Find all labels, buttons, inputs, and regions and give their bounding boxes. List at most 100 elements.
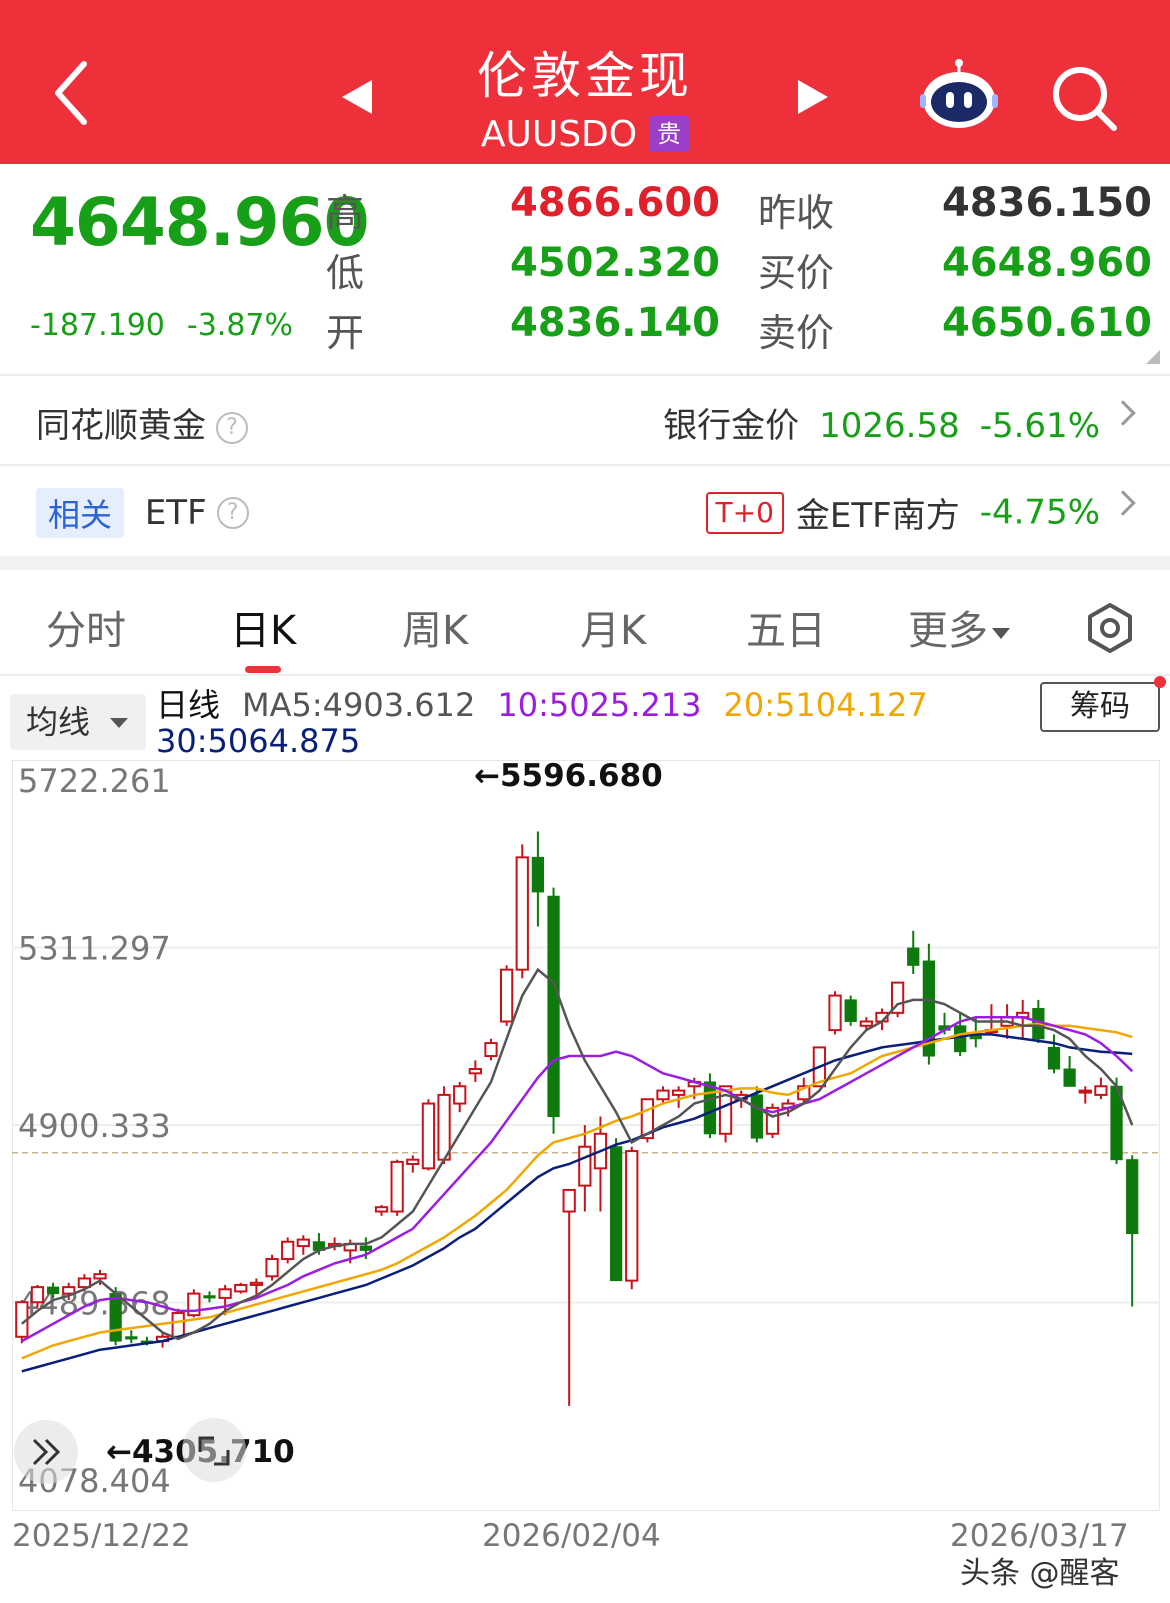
expand-corner-icon[interactable] xyxy=(1146,350,1160,364)
candle-body xyxy=(296,1238,310,1248)
bank-gold-price: 1026.58 xyxy=(819,406,960,446)
candle-body xyxy=(672,1089,686,1096)
candle-body xyxy=(1126,1159,1139,1235)
active-tab-indicator xyxy=(245,666,281,673)
candle-body xyxy=(844,999,857,1022)
ma-selector[interactable]: 均线 xyxy=(10,694,146,750)
etf-fund-name: 金ETF南方 xyxy=(795,496,960,536)
candle-body xyxy=(453,1085,467,1105)
candle-body xyxy=(46,1286,60,1295)
chevron-right-icon[interactable] xyxy=(1110,490,1136,516)
tab-five-day[interactable]: 五日 xyxy=(746,598,826,656)
candle-body xyxy=(703,1081,717,1135)
candle-body xyxy=(30,1286,45,1304)
tab-monthly-k[interactable]: 月K xyxy=(580,598,646,656)
instrument-code: AUUSDO xyxy=(480,113,638,155)
candle-body xyxy=(249,1281,264,1286)
y-tick-label: 5722.261 xyxy=(18,762,171,800)
candle-body xyxy=(359,1245,373,1251)
etf-fund-info: T+0 金ETF南方 -4.75% xyxy=(705,488,1100,537)
high-value: 4866.600 xyxy=(509,180,720,226)
x-date-label: 2025/12/22 xyxy=(12,1518,191,1548)
next-instrument-icon[interactable] xyxy=(796,78,830,116)
ma5-value: MA5:4903.612 xyxy=(242,686,476,724)
bid-label: 买价 xyxy=(758,251,835,295)
header-bar: 伦敦金现 AUUSDO 贵 xyxy=(0,0,1170,164)
low-label: 低 xyxy=(326,251,365,295)
candle-body xyxy=(468,1067,482,1075)
section-separator xyxy=(0,556,1170,570)
ma5-line xyxy=(21,967,1134,1341)
candle-body xyxy=(1063,1068,1076,1087)
ma-legend: 日线 MA5:4903.612 10:5025.213 20:5104.127 xyxy=(156,680,950,726)
settings-icon[interactable] xyxy=(1084,602,1136,654)
candlestick-chart[interactable]: 5722.2615311.2974900.3334489.3684078.404… xyxy=(12,760,1160,1548)
candle-body xyxy=(374,1206,389,1213)
help-icon[interactable]: ? xyxy=(216,411,248,444)
candle-body xyxy=(234,1283,248,1293)
fullscreen-round-button[interactable] xyxy=(182,1418,246,1482)
open-label: 开 xyxy=(326,311,365,355)
y-tick-label: 5311.297 xyxy=(18,929,171,967)
dropdown-arrow-icon xyxy=(992,627,1010,639)
quote-panel: 4648.960 -187.190 -3.87% 高 低 开 4866.600 4… xyxy=(0,164,1170,374)
candle-body xyxy=(218,1288,232,1299)
candle-body xyxy=(625,1150,639,1282)
ma30-value: 30:5064.875 xyxy=(156,722,361,760)
search-icon[interactable] xyxy=(1050,64,1120,134)
chevron-right-icon[interactable] xyxy=(1110,400,1136,426)
gold-row-label: 同花顺黄金 xyxy=(36,406,206,446)
candle-body xyxy=(109,1293,122,1342)
ask-value: 4650.610 xyxy=(941,300,1152,346)
change-amount: -187.190 xyxy=(30,308,165,343)
candle-body xyxy=(203,1295,216,1299)
low-value: 4502.320 xyxy=(509,240,720,286)
candle-body xyxy=(1078,1089,1092,1094)
candle-body xyxy=(265,1258,279,1278)
bank-gold-label: 银行金价 xyxy=(663,406,800,446)
candle-body xyxy=(93,1273,107,1280)
gold-price-row[interactable]: 同花顺黄金? 银行金价 1026.58 -5.61% xyxy=(0,376,1170,464)
ask-label: 卖价 xyxy=(758,311,835,355)
candle-body xyxy=(1094,1085,1108,1096)
candle-body xyxy=(171,1312,185,1338)
candle-body xyxy=(531,856,545,893)
candle-body xyxy=(515,856,529,971)
candle-body xyxy=(390,1160,404,1213)
precious-metal-tag: 贵 xyxy=(649,116,690,152)
candle-body xyxy=(406,1158,420,1166)
tab-more[interactable]: 更多 xyxy=(908,598,1010,656)
tab-weekly-k[interactable]: 周K xyxy=(402,598,468,656)
robot-assistant-icon[interactable] xyxy=(918,58,1000,132)
chart-period-tabs: 分时 日K 周K 月K 五日 更多 xyxy=(0,570,1170,676)
dropdown-arrow-icon xyxy=(110,718,128,728)
candle-body xyxy=(1047,1046,1061,1070)
price-change: -187.190 -3.87% xyxy=(30,308,315,343)
tab-more-label: 更多 xyxy=(908,608,988,654)
ma10-value: 10:5025.213 xyxy=(497,686,702,724)
candle-body xyxy=(421,1102,436,1170)
candle-body xyxy=(484,1042,498,1058)
ma10-line xyxy=(21,1015,1134,1343)
candle-body xyxy=(125,1336,138,1340)
prev-close-label: 昨收 xyxy=(758,191,835,235)
candle-body xyxy=(437,1093,451,1161)
candle-body xyxy=(499,968,514,1023)
help-icon[interactable]: ? xyxy=(216,497,249,529)
notification-dot xyxy=(1154,676,1166,688)
tab-intraday[interactable]: 分时 xyxy=(46,598,126,656)
tab-daily-k[interactable]: 日K xyxy=(230,598,296,656)
related-etf-row[interactable]: 相关 ETF? T+0 金ETF南方 -4.75% xyxy=(0,466,1170,554)
gold-row-label-wrap: 同花顺黄金? xyxy=(36,398,248,447)
last-price: 4648.960 xyxy=(30,184,370,261)
candle-body xyxy=(562,1188,576,1213)
etf-fund-change: -4.75% xyxy=(979,492,1100,533)
bid-value: 4648.960 xyxy=(941,240,1152,286)
candle-body xyxy=(859,1020,873,1027)
watermark-text: 头条 @醒客 xyxy=(960,1556,1120,1591)
x-date-label: 2026/02/04 xyxy=(482,1518,661,1548)
candle-body xyxy=(907,947,920,966)
chip-distribution-button[interactable]: 筹码 xyxy=(1040,682,1160,732)
y-tick-label: 4900.333 xyxy=(18,1107,171,1145)
ma20-value: 20:5104.127 xyxy=(723,686,928,724)
